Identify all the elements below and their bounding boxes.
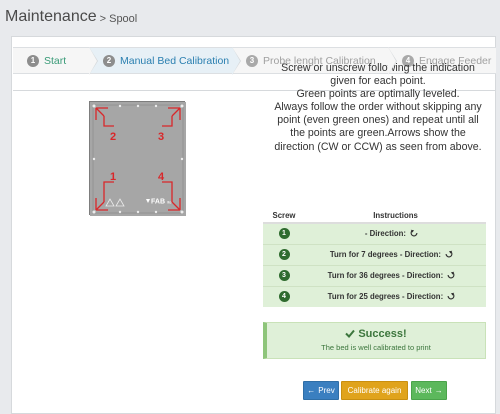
success-title-row: Success! [267,328,485,340]
bed-svg: 2 3 1 4 FAB lite [90,102,186,216]
success-title: Success! [358,328,407,340]
step-label: Manual Bed Calibration [120,54,230,67]
table-row: 3 Turn for 36 degrees - Direction: [263,264,486,286]
checkmark-icon [345,329,356,338]
prev-button[interactable]: ← Prev [303,381,339,400]
bed-label-4: 4 [158,171,165,183]
col-instructions-header: Instructions [305,208,486,224]
table-header-row: Screw Instructions [263,208,486,224]
table-row: 1 - Direction: [263,222,486,244]
screw-number-badge: 3 [278,270,290,281]
screw-instruction: Turn for 25 degrees - Direction: [327,292,444,302]
step-number: 3 [246,54,258,67]
table-row: 4 Turn for 25 degrees - Direction: [263,285,486,307]
svg-text:FAB: FAB [151,199,165,206]
col-screw-header: Screw [263,208,305,224]
bed-label-3: 3 [158,131,164,143]
calibration-instructions: Screw or unscrew following the indicatio… [274,62,482,153]
calibrate-again-button[interactable]: Calibrate again [341,381,408,400]
table-row: 2 Turn for 7 degrees - Direction: [263,243,486,265]
screw-number-badge: 1 [278,228,290,240]
page-header: Maintenance > Spool [0,0,500,26]
print-bed-diagram: 2 3 1 4 FAB lite [89,101,186,216]
screw-number-badge: 4 [278,291,290,303]
success-alert: Success! The bed is well calibrated to p… [263,322,486,359]
success-message: The bed is well calibrated to print [321,343,431,352]
bed-label-2: 2 [110,131,116,143]
screw-instruction: - Direction: [364,229,406,239]
cw-arrow-icon [447,293,455,300]
step-label: Start [44,54,67,67]
cw-arrow-icon [445,250,453,258]
step-number: 1 [27,54,39,67]
wizard-step-start[interactable]: 1 Start [13,47,98,75]
next-button[interactable]: Next → [411,381,447,400]
breadcrumb[interactable]: > Spool [100,13,138,25]
wizard-step-manual-bed-calibration[interactable]: 2 Manual Bed Calibration [89,47,241,75]
svg-text:lite: lite [167,201,172,205]
ccw-arrow-icon [410,230,418,237]
screw-instructions-table: Screw Instructions 1 - Direction: 2 Turn… [263,208,486,307]
arrow-right-icon: → [434,386,443,395]
arrow-left-icon: ← [307,386,316,395]
step-number: 2 [103,54,115,67]
screw-instruction: Turn for 7 degrees - Direction: [329,250,442,259]
bed-label-1: 1 [110,171,116,183]
screw-instruction: Turn for 36 degrees - Direction: [327,271,444,280]
cw-arrow-icon [447,271,455,279]
page-title: Maintenance [5,8,97,25]
screw-number-badge: 2 [278,249,290,260]
